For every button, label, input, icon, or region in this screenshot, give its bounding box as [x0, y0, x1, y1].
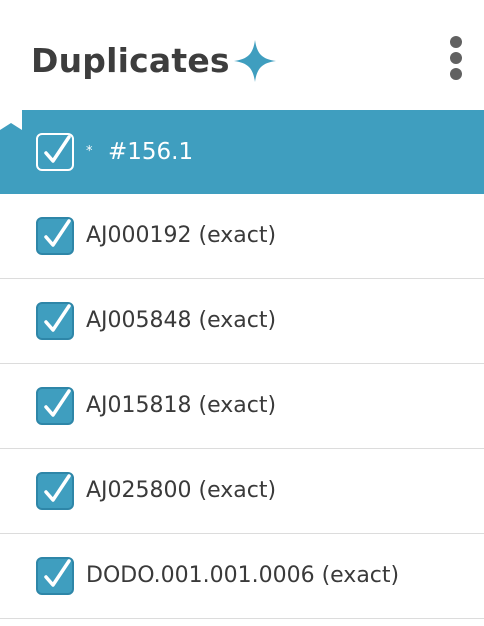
list-item-label: AJ015818 (exact)	[86, 393, 277, 418]
checkmark-icon	[44, 559, 71, 587]
item-checkbox[interactable]	[36, 302, 74, 340]
item-checkbox[interactable]	[36, 133, 74, 171]
list-item[interactable]: AJ000192 (exact)	[0, 194, 484, 279]
checkmark-icon	[44, 389, 71, 417]
sparkle-icon	[234, 40, 276, 82]
checkmark-icon	[44, 135, 71, 163]
item-checkbox[interactable]	[36, 217, 74, 255]
checkmark-icon	[44, 304, 71, 332]
list-item-label: AJ000192 (exact)	[86, 223, 277, 248]
checkmark-icon	[44, 219, 71, 247]
list-item-label: AJ005848 (exact)	[86, 308, 277, 333]
bookmark-icon	[0, 110, 22, 130]
list-item[interactable]: AJ005848 (exact)	[0, 279, 484, 364]
list-item[interactable]: * #156.1	[0, 110, 484, 194]
panel-title: Duplicates	[31, 41, 230, 80]
list-item-label: #156.1	[108, 139, 194, 165]
item-checkbox[interactable]	[36, 472, 74, 510]
duplicates-list: * #156.1 AJ000192 (exact) AJ005848 (exac…	[0, 110, 484, 619]
list-item[interactable]: AJ015818 (exact)	[0, 364, 484, 449]
current-marker: *	[86, 144, 93, 159]
item-checkbox[interactable]	[36, 557, 74, 595]
list-item-label: AJ025800 (exact)	[86, 478, 277, 503]
checkmark-icon	[44, 474, 71, 502]
item-checkbox[interactable]	[36, 387, 74, 425]
list-item[interactable]: DODO.001.001.0006 (exact)	[0, 534, 484, 619]
panel-header: Duplicates	[0, 0, 484, 110]
list-item[interactable]: AJ025800 (exact)	[0, 449, 484, 534]
list-item-label: DODO.001.001.0006 (exact)	[86, 563, 400, 588]
kebab-menu-icon[interactable]	[444, 36, 468, 82]
